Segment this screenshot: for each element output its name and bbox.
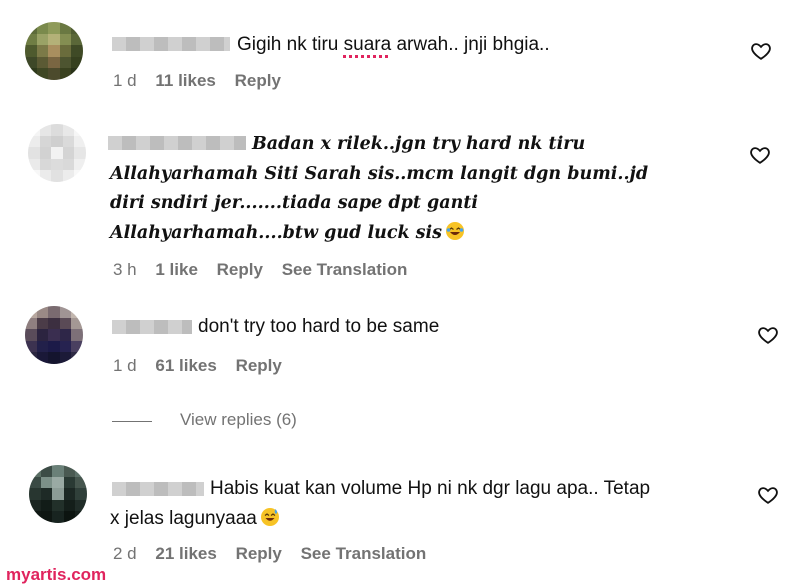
comment-line-4: Allahyarhamah....btw gud luck sis xyxy=(110,219,465,248)
likes-count[interactable]: 1 like xyxy=(155,260,198,279)
avatar[interactable] xyxy=(25,22,83,80)
heart-icon[interactable] xyxy=(757,484,779,506)
likes-count[interactable]: 11 likes xyxy=(155,71,216,90)
username-blurred[interactable] xyxy=(112,482,204,496)
reply-button[interactable]: Reply xyxy=(217,260,263,279)
avatar[interactable] xyxy=(28,124,86,182)
avatar[interactable] xyxy=(29,465,87,523)
timestamp: 1 d xyxy=(113,356,137,375)
likes-count[interactable]: 21 likes xyxy=(155,544,216,563)
timestamp: 1 d xyxy=(113,71,137,90)
comment-line-1: Badan x rilek..jgn try hard nk tiru xyxy=(252,134,586,154)
comment-line-3: diri sndiri jer.......tiada sape dpt gan… xyxy=(110,193,479,213)
view-replies-divider xyxy=(112,421,152,422)
laughing-emoji-icon xyxy=(446,222,465,240)
see-translation-button[interactable]: See Translation xyxy=(301,544,427,563)
username-blurred[interactable] xyxy=(112,320,192,334)
reply-button[interactable]: Reply xyxy=(236,356,282,375)
comment-meta: 2 d 21 likes Reply See Translation xyxy=(113,544,440,564)
avatar[interactable] xyxy=(25,306,83,364)
reply-button[interactable]: Reply xyxy=(236,544,282,563)
username-blurred[interactable] xyxy=(108,136,246,150)
comment-text: don't try too hard to be same xyxy=(198,316,440,337)
see-translation-button[interactable]: See Translation xyxy=(282,260,408,279)
heart-icon[interactable] xyxy=(757,324,779,346)
comment-meta: 1 d 61 likes Reply xyxy=(113,356,296,376)
heart-icon[interactable] xyxy=(749,144,771,166)
username-blurred[interactable] xyxy=(112,37,230,51)
comment-meta: 3 h 1 like Reply See Translation xyxy=(113,260,421,280)
likes-count[interactable]: 61 likes xyxy=(155,356,216,375)
comment-text: Gigih nk tiru suara arwah.. jnji bhgia.. xyxy=(237,34,550,55)
comment-meta: 1 d 11 likes Reply xyxy=(113,71,295,91)
heart-icon[interactable] xyxy=(750,40,772,62)
site-watermark: myartis.com xyxy=(6,565,107,584)
timestamp: 2 d xyxy=(113,544,137,563)
timestamp: 3 h xyxy=(113,260,137,279)
reply-button[interactable]: Reply xyxy=(235,71,281,90)
comment-line-2: Allahyarhamah Siti Sarah sis..mcm langit… xyxy=(110,164,649,184)
sweat-smile-emoji-icon xyxy=(260,508,279,526)
view-replies-button[interactable]: View replies (6) xyxy=(180,410,297,430)
comment-line-2: x jelas lagunyaaa xyxy=(110,504,280,533)
comment-line-1: Habis kuat kan volume Hp ni nk dgr lagu … xyxy=(210,478,651,499)
